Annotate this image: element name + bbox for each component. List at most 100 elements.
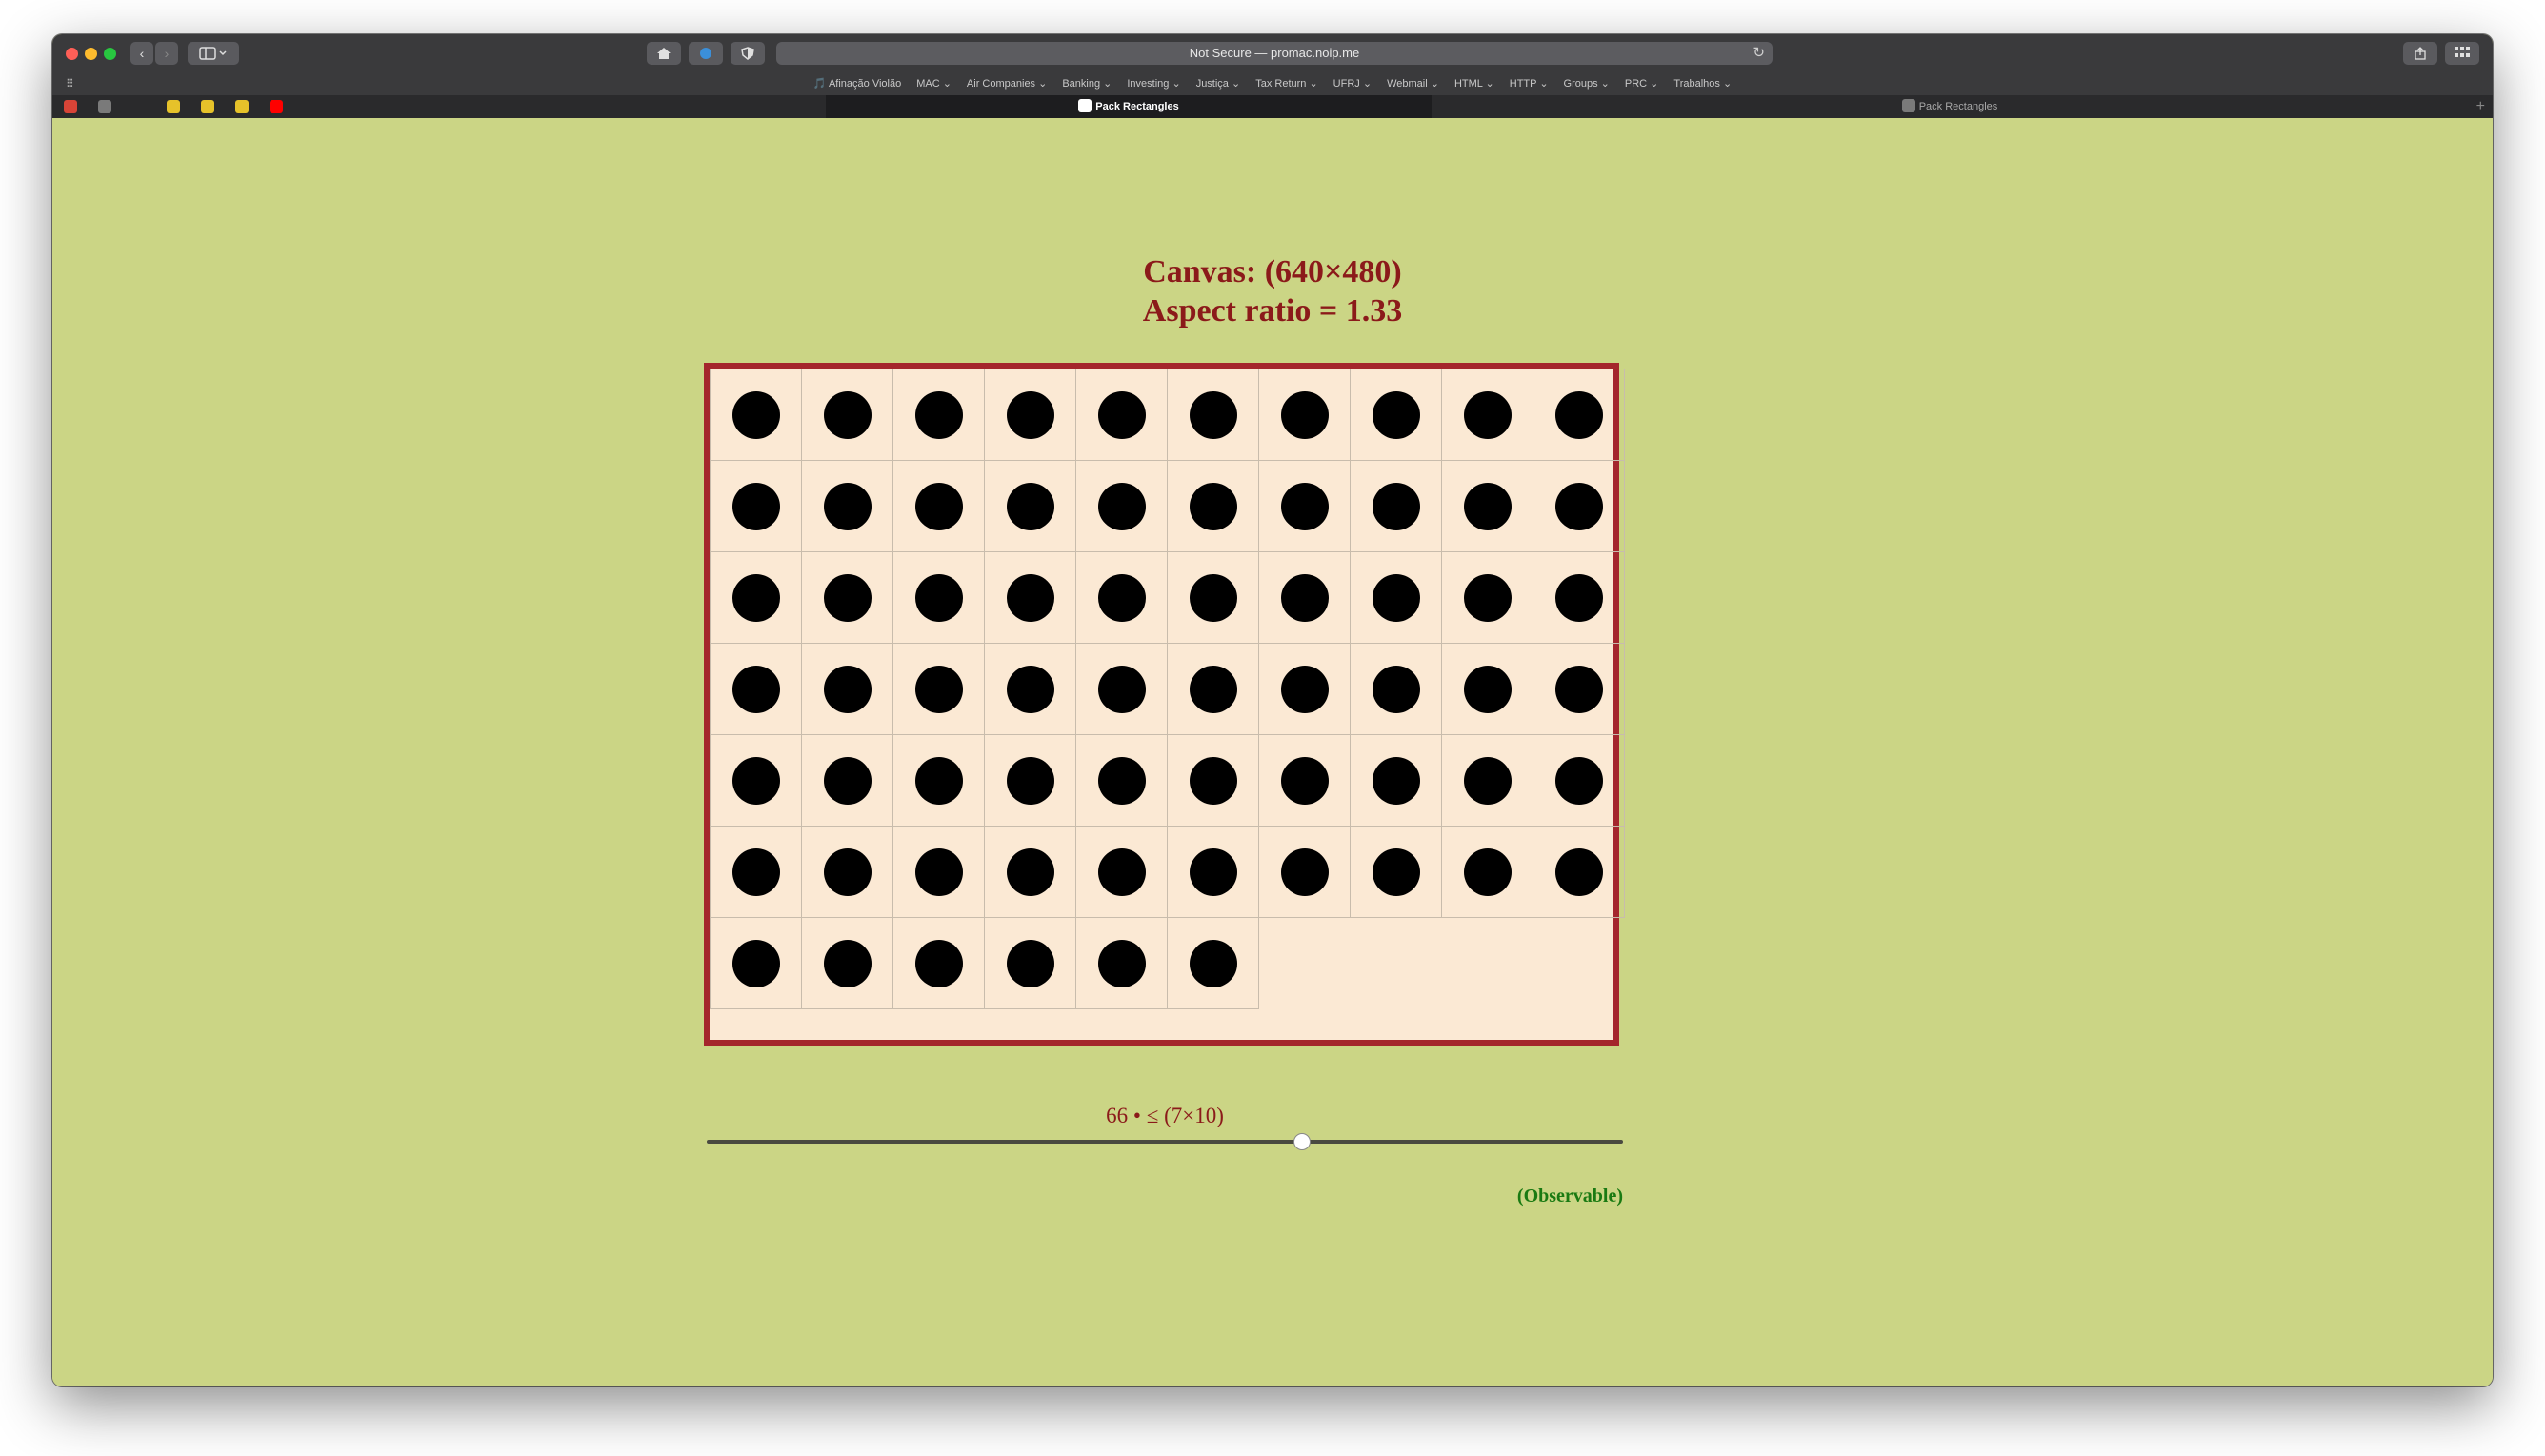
grid-cell (1075, 826, 1168, 918)
reload-icon[interactable]: ↻ (1753, 42, 1765, 65)
grid-cell (1533, 460, 1625, 552)
packed-dot (914, 848, 963, 896)
grid-cell (984, 734, 1076, 827)
favorite-item[interactable]: PRC ⌄ (1625, 72, 1659, 95)
grid-cell (1167, 643, 1259, 735)
close-window-button[interactable] (66, 48, 78, 60)
yellow-image-icon[interactable] (201, 100, 214, 113)
maximize-window-button[interactable] (104, 48, 116, 60)
favorite-item[interactable]: Tax Return ⌄ (1255, 72, 1317, 95)
tab-pack-rectangles[interactable]: Pack Rectangles (1433, 95, 2467, 118)
packed-dot (1554, 665, 1603, 713)
new-tab-button[interactable]: + (2476, 95, 2485, 118)
favorite-item[interactable]: Investing ⌄ (1127, 72, 1180, 95)
packed-dot (1372, 665, 1420, 713)
packed-dot (1463, 573, 1512, 622)
grid-cell (984, 551, 1076, 644)
grid-cell (1350, 460, 1442, 552)
canvas-size-title: Canvas: (640×480) (1143, 254, 1402, 289)
tab-bar: Pack Rectangles Pack Rectangles + (52, 95, 2493, 118)
grid-cell (1350, 734, 1442, 827)
grid-cell (1258, 369, 1351, 461)
u-icon (1901, 99, 1915, 112)
favorite-item[interactable]: Air Companies ⌄ (967, 72, 1047, 95)
rectangle-packing-canvas (704, 363, 1625, 1046)
favorite-item[interactable]: 🎵 Afinação Violão (813, 72, 901, 95)
home-button[interactable] (647, 42, 681, 65)
grid-cell (1167, 917, 1259, 1009)
favorite-item[interactable]: Webmail ⌄ (1387, 72, 1439, 95)
grid-cell (801, 460, 893, 552)
packed-dot (823, 665, 872, 713)
packed-dot (823, 390, 872, 439)
packed-dot (731, 665, 780, 713)
favorite-item[interactable]: MAC ⌄ (916, 72, 952, 95)
packed-dot (1189, 390, 1237, 439)
grid-cell (710, 460, 802, 552)
packed-dot (1372, 848, 1420, 896)
grid-cell (710, 826, 802, 918)
packed-dot (731, 848, 780, 896)
home-icon (657, 48, 671, 59)
grid-cell (984, 826, 1076, 918)
packed-dot (1463, 756, 1512, 805)
packed-dot (1554, 756, 1603, 805)
back-button[interactable]: ‹ (130, 42, 153, 65)
grid-cell (1167, 369, 1259, 461)
grid-cell (710, 369, 802, 461)
grid-cell (892, 460, 985, 552)
packed-dot (914, 939, 963, 987)
grid-cell (984, 643, 1076, 735)
packed-dot (1006, 482, 1054, 530)
favorite-item[interactable]: HTML ⌄ (1454, 72, 1494, 95)
share-icon (2415, 47, 2426, 60)
favorite-item[interactable]: Groups ⌄ (1564, 72, 1610, 95)
grid-cell (1075, 369, 1168, 461)
grid-cell (984, 460, 1076, 552)
packed-dot (731, 482, 780, 530)
grid-cell (1075, 917, 1168, 1009)
address-bar[interactable]: Not Secure — promac.noip.me ↻ (776, 42, 1773, 65)
blank-icon[interactable] (132, 100, 146, 113)
packed-dot (1463, 665, 1512, 713)
minimize-window-button[interactable] (85, 48, 97, 60)
favorite-item[interactable]: Banking ⌄ (1062, 72, 1112, 95)
packed-dot (914, 756, 963, 805)
privacy-button[interactable] (731, 42, 765, 65)
extension-button[interactable] (689, 42, 723, 65)
packed-dot (1280, 390, 1329, 439)
grid-cell (892, 826, 985, 918)
grid-cell (1167, 551, 1259, 644)
shield-icon (741, 47, 754, 60)
youtube-icon[interactable] (270, 100, 283, 113)
packed-dot (914, 573, 963, 622)
tab-overview-button[interactable] (2445, 42, 2479, 65)
favorite-item[interactable]: HTTP ⌄ (1510, 72, 1549, 95)
packed-dot (1006, 390, 1054, 439)
u-icon[interactable] (98, 100, 111, 113)
grid-cell (1075, 551, 1168, 644)
packed-dot (1097, 482, 1146, 530)
tab-pack-rectangles-active[interactable]: Pack Rectangles (826, 95, 1432, 118)
grid-cell (1533, 826, 1625, 918)
favorite-item[interactable]: UFRJ ⌄ (1333, 72, 1372, 95)
dot-count-slider-track[interactable] (707, 1140, 1623, 1144)
yellow-image-icon[interactable] (167, 100, 180, 113)
favorite-item[interactable]: Justiça ⌄ (1196, 72, 1241, 95)
grid-cell (1167, 460, 1259, 552)
forward-button[interactable]: › (155, 42, 178, 65)
favorite-item[interactable]: Trabalhos ⌄ (1673, 72, 1732, 95)
dot-count-slider-thumb[interactable] (1293, 1133, 1312, 1150)
gmail-icon[interactable] (64, 100, 77, 113)
grid-cell (1167, 826, 1259, 918)
sidebar-toggle-button[interactable] (188, 42, 239, 65)
packed-dot (1280, 573, 1329, 622)
grid-cell (1258, 460, 1351, 552)
observable-link[interactable]: (Observable) (707, 1186, 1623, 1207)
yellow-image-icon[interactable] (235, 100, 249, 113)
grid-cell (1258, 826, 1351, 918)
packed-dot (731, 939, 780, 987)
share-button[interactable] (2403, 42, 2437, 65)
slider-value-label: 66 • ≤ (7×10) (1106, 1104, 1224, 1127)
grid-cell (1441, 551, 1533, 644)
